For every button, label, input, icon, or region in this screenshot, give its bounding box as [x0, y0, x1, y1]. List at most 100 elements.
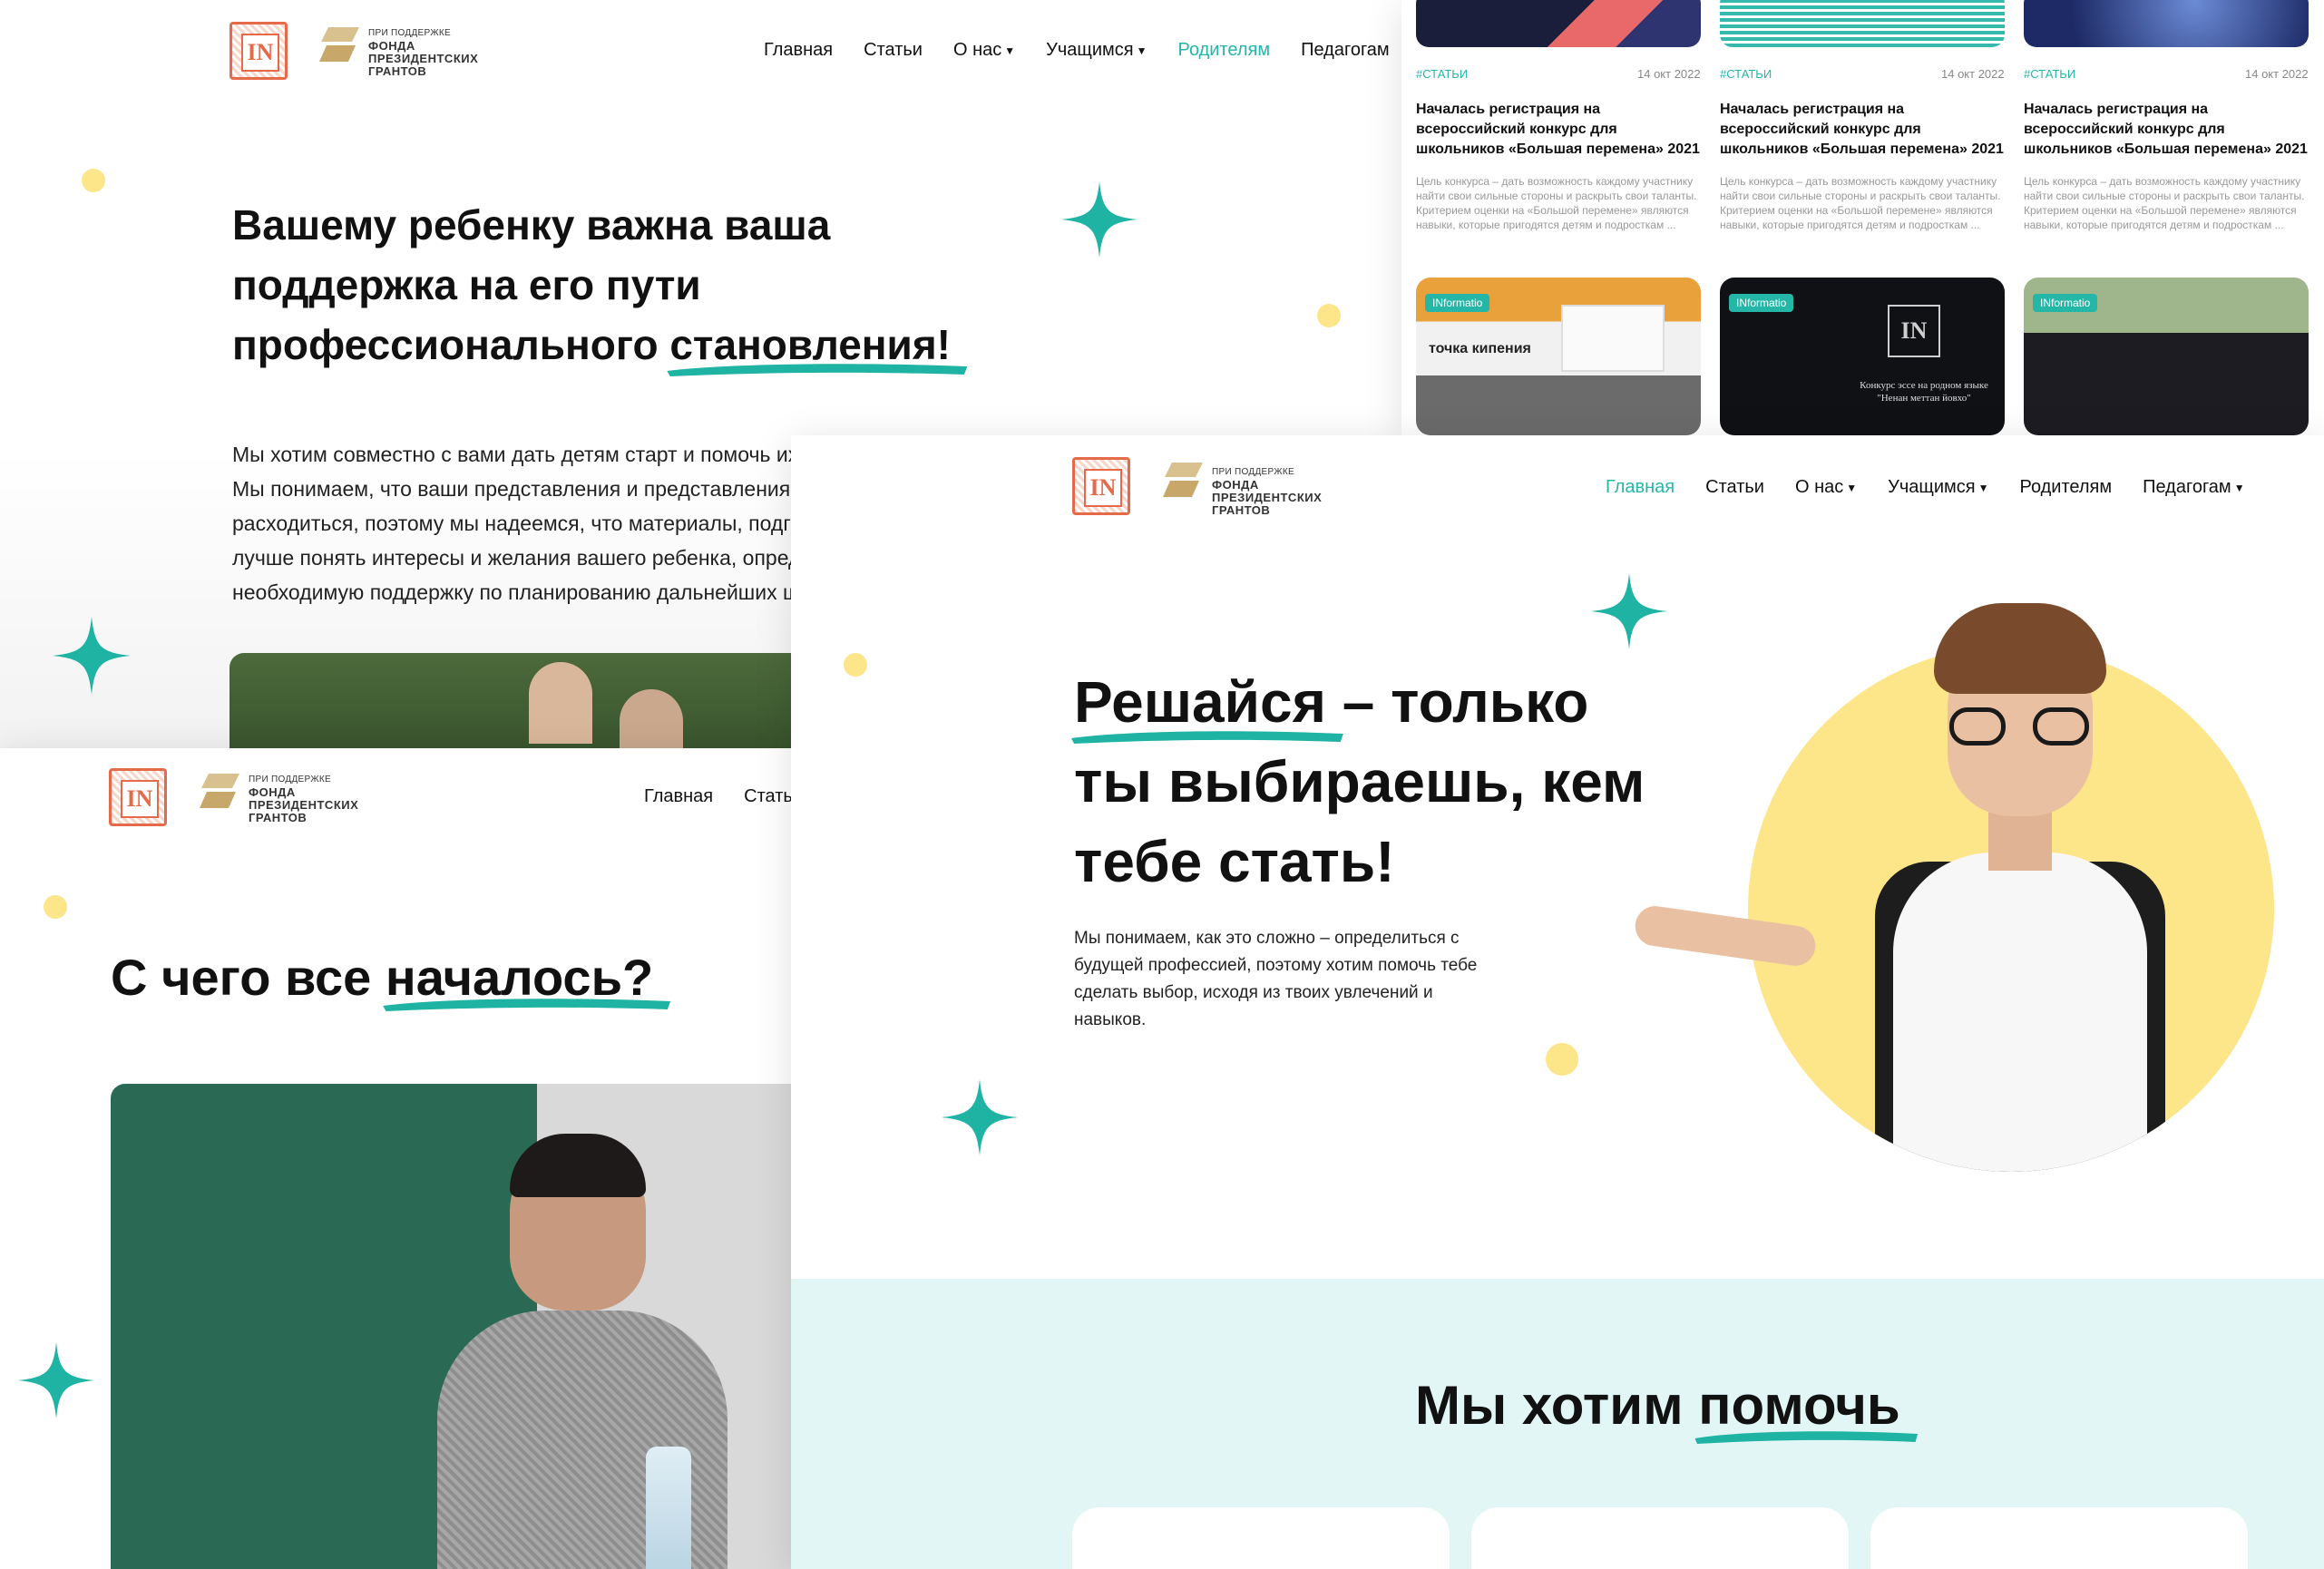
news-tag[interactable]: #СТАТЬИ: [1416, 67, 1468, 81]
news-tag[interactable]: #СТАТЬИ: [2024, 67, 2075, 81]
about-page-panel: IN ПРИ ПОДДЕРЖКЕ ФОНДА ПРЕЗИДЕНТСКИХ ГРА…: [0, 748, 798, 1569]
photo-caption: Конкурс эссе на родном языке "Ненан метт…: [1847, 379, 2001, 404]
help-card[interactable]: [1870, 1507, 2248, 1569]
nav-students[interactable]: Учащимся ▼: [1046, 40, 1147, 61]
nav-students-label: Учащимся: [1046, 40, 1134, 60]
sparkle-icon: [18, 1342, 94, 1418]
logo-text: IN: [1084, 469, 1122, 507]
about-heading: С чего все началось?: [111, 946, 670, 1011]
nav-home[interactable]: Главная: [764, 40, 833, 61]
informatio-badge: INformatio: [2033, 294, 2098, 312]
logo-text: IN: [241, 34, 279, 72]
nav-home[interactable]: Главная: [644, 786, 713, 807]
news-title[interactable]: Началась регистрация на всероссийский ко…: [2024, 100, 2314, 160]
news-excerpt: Цель конкурса – дать возможность каждому…: [1416, 175, 1697, 231]
about-heading-text: С чего все: [111, 949, 372, 1006]
grant-fund-label: ПРИ ПОДДЕРЖКЕ ФОНДА ПРЕЗИДЕНТСКИХ ГРАНТО…: [1212, 466, 1322, 517]
grant-line3: ГРАНТОВ: [249, 811, 308, 824]
speaker-hair: [510, 1134, 646, 1197]
grant-fund-icon: [200, 774, 239, 808]
informatio-badge: INformatio: [1425, 294, 1490, 312]
news-thumb[interactable]: [1720, 0, 2005, 47]
decor-dot: [1546, 1043, 1578, 1076]
glasses-lens: [2033, 707, 2089, 746]
main-nav: Главная Статьи О нас ▼ Учащимся ▼ Родителя…: [764, 40, 1390, 61]
about-photo: [111, 1084, 798, 1569]
hero-paragraph: Мы понимаем, как это сложно – определить…: [1074, 929, 1478, 1029]
news-date: 14 окт 2022: [1941, 67, 2005, 81]
news-page-panel: #СТАТЬИ 14 окт 2022 Началась регистрация…: [1401, 0, 2324, 435]
news-title[interactable]: Началась регистрация на всероссийский ко…: [1720, 100, 2010, 160]
news-photo-1[interactable]: INformatio точка кипения: [1416, 278, 1701, 435]
nav-about[interactable]: О нас ▼: [1795, 477, 1857, 498]
news-excerpt: Цель конкурса – дать возможность каждому…: [1720, 175, 2001, 231]
grant-small: ПРИ ПОДДЕРЖКЕ: [1212, 467, 1294, 477]
grant-line2: ПРЕЗИДЕНТСКИХ: [1212, 491, 1323, 504]
nav-about-label: О нас: [952, 40, 1002, 60]
home-page-panel: IN ПРИ ПОДДЕРЖКЕ ФОНДА ПРЕЗИДЕНТСКИХ ГРА…: [791, 435, 2324, 1569]
grant-line1: ФОНДА: [1212, 478, 1259, 492]
news-photo-2[interactable]: INformatio IN Конкурс эссе на родном язы…: [1720, 278, 2005, 435]
grant-line3: ГРАНТОВ: [1212, 503, 1271, 517]
news-title[interactable]: Началась регистрация на всероссийский ко…: [1416, 100, 1706, 160]
about-heading-marked: началось?: [385, 949, 654, 1006]
informatio-logo[interactable]: IN: [229, 22, 288, 80]
sparkle-icon: [1591, 573, 1667, 649]
news-date: 14 окт 2022: [1637, 67, 1701, 81]
news-photo-3[interactable]: INformatio: [2024, 278, 2309, 435]
informatio-logo[interactable]: IN: [109, 768, 167, 826]
informatio-logo[interactable]: IN: [1072, 457, 1130, 515]
grant-fund-icon: [1163, 463, 1203, 497]
grant-small: ПРИ ПОДДЕРЖКЕ: [249, 775, 331, 784]
help-title-text: Мы хотим: [1415, 1375, 1684, 1436]
brush-highlight: становления!: [667, 315, 968, 376]
decor-dot: [44, 895, 67, 919]
help-section: Мы хотим помочь: [791, 1279, 2324, 1569]
help-card[interactable]: [1471, 1507, 1849, 1569]
parents-heading-marked: становления!: [669, 321, 951, 368]
hero-student-photo: [1748, 526, 2274, 1172]
sparkle-icon: [53, 617, 131, 695]
nav-parents[interactable]: Родителям: [1177, 40, 1270, 61]
nav-teachers[interactable]: Педагогам: [1301, 40, 1390, 61]
chevron-down-icon: ▼: [1977, 481, 1989, 494]
nav-parents[interactable]: Родителям: [2019, 477, 2112, 498]
grant-small: ПРИ ПОДДЕРЖКЕ: [368, 28, 451, 38]
caption-line1: Конкурс эссе на родном языке: [1860, 380, 1988, 391]
hero-heading: Решайся – только ты выбираешь, кем тебе …: [1071, 662, 1655, 901]
grant-line1: ФОНДА: [368, 39, 415, 53]
student-glasses: [1949, 707, 2091, 747]
sparkle-icon: [942, 1079, 1018, 1155]
help-card[interactable]: [1072, 1507, 1450, 1569]
news-thumb[interactable]: [1416, 0, 1701, 47]
nav-students-label: Учащимся: [1888, 477, 1976, 497]
grant-fund-label: ПРИ ПОДДЕРЖКЕ ФОНДА ПРЕЗИДЕНТСКИХ ГРАНТО…: [249, 774, 358, 824]
glasses-lens: [1949, 707, 2006, 746]
nav-articles[interactable]: Статьи: [1705, 477, 1764, 498]
nav-articles[interactable]: Статьи: [864, 40, 923, 61]
grant-line2: ПРЕЗИДЕНТСКИХ: [368, 52, 479, 65]
chevron-down-icon: ▼: [2233, 481, 2245, 494]
student-tshirt: [1893, 853, 2147, 1172]
chevron-down-icon: ▼: [1846, 481, 1858, 494]
nav-teachers[interactable]: Педагогам ▼: [2143, 477, 2244, 498]
decor-dot: [82, 169, 105, 192]
grant-line1: ФОНДА: [249, 785, 296, 799]
news-excerpt: Цель конкурса – дать возможность каждому…: [2024, 175, 2305, 231]
projector-screen: [1561, 305, 1665, 372]
parents-heading: Вашему ребенку важна ваша поддержка на е…: [232, 195, 1049, 376]
news-tag[interactable]: #СТАТЬИ: [1720, 67, 1772, 81]
brush-highlight: началось?: [383, 946, 670, 1011]
help-section-title: Мы хотим помочь: [1415, 1369, 1919, 1444]
sparkle-icon: [1061, 181, 1138, 258]
informatio-logo: IN: [1888, 305, 1940, 357]
hero-heading-marked: Решайся: [1074, 669, 1326, 735]
nav-students[interactable]: Учащимся ▼: [1888, 477, 1988, 498]
nav-home[interactable]: Главная: [1606, 477, 1675, 498]
chevron-down-icon: ▼: [1004, 44, 1016, 57]
logo-text: IN: [121, 780, 159, 818]
nav-about[interactable]: О нас ▼: [953, 40, 1015, 61]
news-thumb[interactable]: [2024, 0, 2309, 47]
nav-teachers-label: Педагогам: [2143, 477, 2231, 497]
main-nav: Главная Статьи: [644, 786, 798, 807]
